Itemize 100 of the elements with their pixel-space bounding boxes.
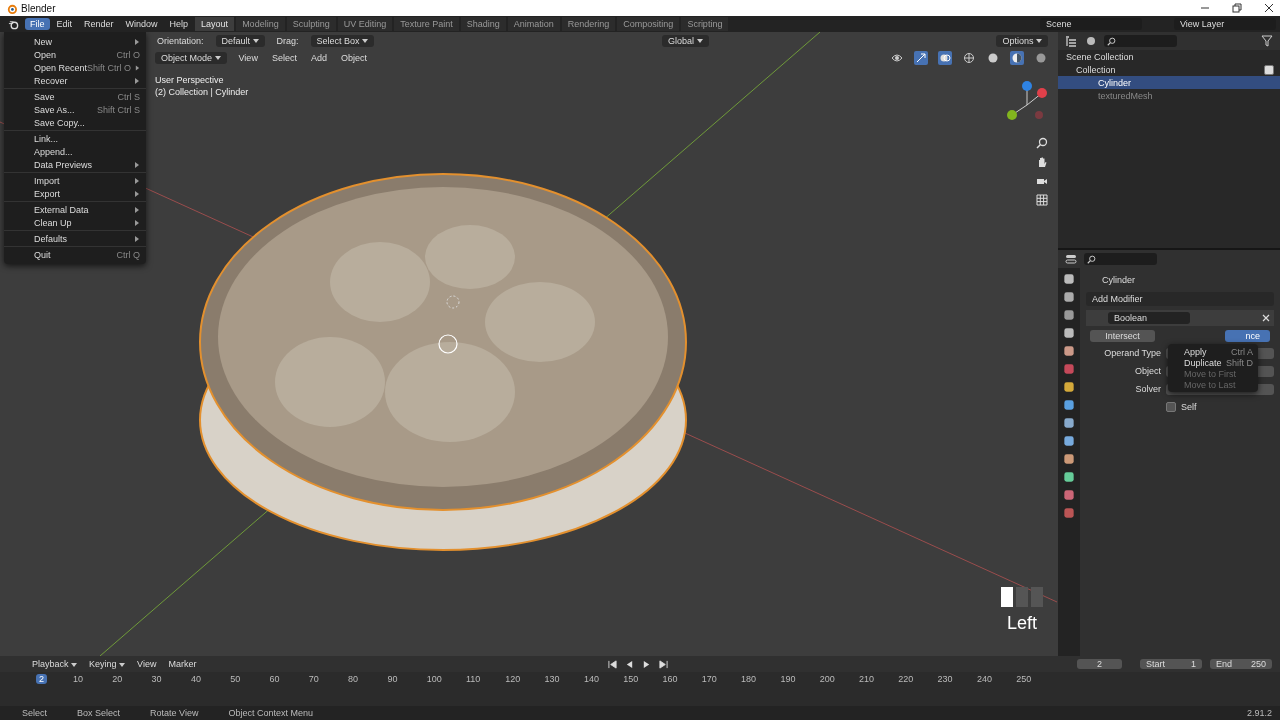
- file-menu-item[interactable]: Quit Ctrl Q: [4, 248, 146, 261]
- frame-number: 80: [348, 674, 359, 684]
- wireframe-shading-icon[interactable]: [962, 50, 976, 65]
- outliner-item[interactable]: Cylinder: [1058, 76, 1280, 89]
- workspace-tab[interactable]: Rendering: [561, 17, 616, 31]
- display-mode-icon[interactable]: [1064, 34, 1078, 48]
- file-menu-item[interactable]: Export: [4, 187, 146, 200]
- properties-tab-icon[interactable]: [1062, 344, 1076, 358]
- gizmo-toggle-icon[interactable]: [914, 50, 928, 65]
- jump-start-icon[interactable]: [607, 659, 617, 669]
- properties-tab-icon[interactable]: [1062, 434, 1076, 448]
- editor-type-icon[interactable]: [1064, 252, 1078, 266]
- add-modifier-dropdown[interactable]: Add Modifier: [1086, 292, 1274, 306]
- outliner-item[interactable]: Scene Collection: [1058, 50, 1280, 63]
- properties-tab-icon[interactable]: [1062, 398, 1076, 412]
- jump-end-icon[interactable]: [658, 659, 668, 669]
- mode-dropdown[interactable]: Object Mode: [155, 51, 227, 64]
- object-name: Cylinder: [1101, 275, 1135, 285]
- timeline-menu[interactable]: Keying: [87, 658, 128, 670]
- search-field[interactable]: [1084, 253, 1157, 265]
- restore-icon[interactable]: [1232, 3, 1242, 13]
- properties-tab-icon[interactable]: [1062, 326, 1076, 340]
- file-menu-item[interactable]: Clean Up: [4, 216, 146, 229]
- properties-tab-icon[interactable]: [1062, 290, 1076, 304]
- properties-tab-icon[interactable]: [1062, 452, 1076, 466]
- context-menu-item[interactable]: Apply Ctrl A: [1168, 346, 1258, 357]
- status-hint: Box Select: [77, 708, 121, 718]
- file-menu-item[interactable]: New: [4, 35, 146, 48]
- file-menu-item[interactable]: Import: [4, 174, 146, 187]
- properties-tab-icon[interactable]: [1062, 506, 1076, 520]
- timeline-menu[interactable]: View: [135, 658, 159, 670]
- file-menu-item[interactable]: Save As... Shift Ctrl S: [4, 103, 146, 116]
- workspace-tab[interactable]: Modeling: [236, 17, 285, 31]
- end-frame-field[interactable]: End 250: [1210, 659, 1272, 669]
- workspace-tab[interactable]: Sculpting: [286, 17, 336, 31]
- properties-tab-icon[interactable]: [1062, 488, 1076, 502]
- zoom-icon[interactable]: [1036, 137, 1048, 149]
- menu-item[interactable]: Render: [79, 18, 119, 30]
- file-menu-item[interactable]: Open Ctrl O: [4, 48, 146, 61]
- outliner-item[interactable]: Collection: [1076, 64, 1116, 75]
- menu-item[interactable]: Edit: [51, 18, 78, 30]
- file-menu-item[interactable]: Open RecentShift Ctrl O: [4, 61, 146, 74]
- file-menu-item[interactable]: Data Previews: [4, 158, 146, 171]
- context-menu-item[interactable]: Duplicate Shift D: [1168, 357, 1258, 368]
- play-icon[interactable]: [641, 659, 651, 669]
- workspace-tab[interactable]: Scripting: [681, 17, 729, 31]
- workspace-tab[interactable]: Animation: [507, 17, 560, 31]
- workspace-tab[interactable]: UV Editing: [337, 17, 393, 31]
- file-menu-item[interactable]: Link...: [4, 132, 146, 145]
- options-dropdown[interactable]: Options: [996, 34, 1048, 47]
- file-menu-item[interactable]: Save Copy...: [4, 116, 146, 129]
- current-frame-field[interactable]: 2: [1077, 659, 1122, 669]
- viewport-menu[interactable]: Select: [269, 51, 299, 64]
- hand-icon[interactable]: [1036, 156, 1048, 168]
- properties-tab-icon[interactable]: [1062, 272, 1076, 286]
- self-checkbox[interactable]: [1166, 402, 1176, 412]
- operation-toggle[interactable]: Intersect: [1090, 330, 1155, 342]
- viewport-menu[interactable]: View: [236, 51, 260, 64]
- blender-logo-icon[interactable]: [8, 18, 19, 30]
- file-menu-item[interactable]: External Data: [4, 203, 146, 216]
- file-menu-item[interactable]: Save Ctrl S: [4, 90, 146, 103]
- modifier-name-field[interactable]: Boolean: [1108, 312, 1190, 324]
- timeline-menu[interactable]: Playback: [30, 658, 80, 670]
- drag-dropdown[interactable]: Select Box: [310, 34, 375, 47]
- play-reverse-icon[interactable]: [624, 659, 634, 669]
- properties-tab-icon[interactable]: [1062, 416, 1076, 430]
- exclude-checkbox[interactable]: [1264, 64, 1274, 75]
- properties-tab-icon[interactable]: [1062, 470, 1076, 484]
- view-layer-field[interactable]: View Layer: [1174, 18, 1276, 30]
- frame-marker[interactable]: 2: [36, 674, 47, 684]
- properties-tab-icon[interactable]: [1062, 308, 1076, 322]
- menu-item[interactable]: File: [25, 18, 50, 30]
- grid-icon[interactable]: [1036, 194, 1048, 206]
- viewport-menu[interactable]: Object: [338, 51, 369, 64]
- funnel-icon[interactable]: [1260, 34, 1274, 48]
- operation-toggle[interactable]: nce: [1225, 330, 1270, 342]
- frame-number: 70: [308, 674, 319, 684]
- transform-orientation-dropdown[interactable]: Global: [662, 34, 709, 47]
- properties-tab-icon[interactable]: [1062, 362, 1076, 376]
- timeline-menu[interactable]: Marker: [166, 658, 199, 670]
- menu-item[interactable]: Help: [164, 18, 194, 30]
- close-icon[interactable]: [1264, 3, 1274, 13]
- timeline-ruler[interactable]: 2 10 20 30 40 50 60 70 80 90 100 110 120 130 140 150 160 170 180 190 200 210 220 230 240 250: [0, 672, 1280, 706]
- menu-item[interactable]: Window: [120, 18, 163, 30]
- properties-tab-icon[interactable]: [1062, 380, 1076, 394]
- workspace-tab[interactable]: Layout: [195, 17, 235, 31]
- workspace-tab[interactable]: Texture Paint: [394, 17, 459, 31]
- outliner-item[interactable]: texturedMesh: [1058, 89, 1280, 102]
- viewport-menu[interactable]: Add: [308, 51, 329, 64]
- workspace-tab[interactable]: Shading: [460, 17, 506, 31]
- scene-field[interactable]: Scene: [1040, 18, 1142, 30]
- overlay-toggle-icon[interactable]: [938, 50, 952, 65]
- start-frame-field[interactable]: Start 1: [1140, 659, 1202, 669]
- file-menu-item[interactable]: Recover: [4, 74, 146, 87]
- file-menu-item[interactable]: Defaults: [4, 232, 146, 245]
- search-field[interactable]: [1104, 35, 1177, 47]
- file-menu-item[interactable]: Append...: [4, 145, 146, 158]
- workspace-tab[interactable]: Compositing: [617, 17, 680, 31]
- material-shading-icon[interactable]: [1010, 50, 1024, 65]
- orientation-dropdown[interactable]: Default: [215, 34, 265, 47]
